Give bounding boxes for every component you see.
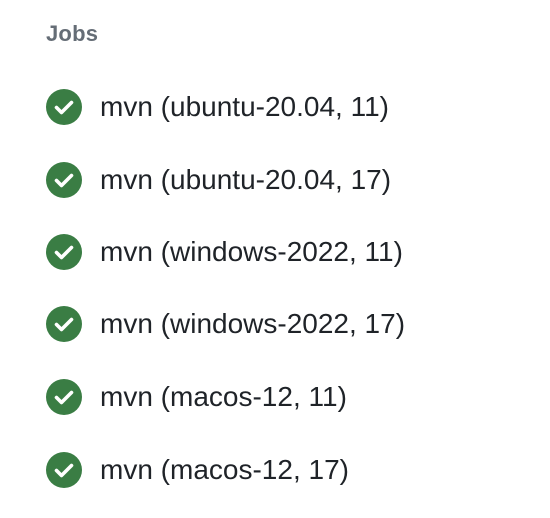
job-label: mvn (windows-2022, 17) — [100, 308, 406, 339]
jobs-panel: Jobs mvn (ubuntu-20.04, 11) mvn (ubuntu-… — [0, 0, 550, 518]
job-label: mvn (ubuntu-20.04, 17) — [100, 164, 392, 195]
check-circle-icon — [46, 379, 82, 415]
check-circle-icon — [46, 452, 82, 488]
job-item[interactable]: mvn (windows-2022, 17) — [46, 304, 405, 344]
job-label: mvn (ubuntu-20.04, 11) — [100, 91, 389, 122]
job-item[interactable]: mvn (macos-12, 17) — [46, 450, 349, 490]
job-item[interactable]: mvn (ubuntu-20.04, 17) — [46, 160, 391, 200]
job-label: mvn (macos-12, 17) — [100, 454, 349, 485]
check-circle-icon — [46, 234, 82, 270]
job-label: mvn (macos-12, 11) — [100, 381, 347, 412]
job-label: mvn (windows-2022, 11) — [100, 236, 403, 267]
check-circle-icon — [46, 162, 82, 198]
check-circle-icon — [46, 306, 82, 342]
check-circle-icon — [46, 89, 82, 125]
job-item[interactable]: mvn (macos-12, 11) — [46, 377, 347, 417]
job-item[interactable]: mvn (ubuntu-20.04, 11) — [46, 87, 389, 127]
job-item[interactable]: mvn (windows-2022, 11) — [46, 232, 403, 272]
job-list: mvn (ubuntu-20.04, 11) mvn (ubuntu-20.04… — [46, 0, 526, 518]
